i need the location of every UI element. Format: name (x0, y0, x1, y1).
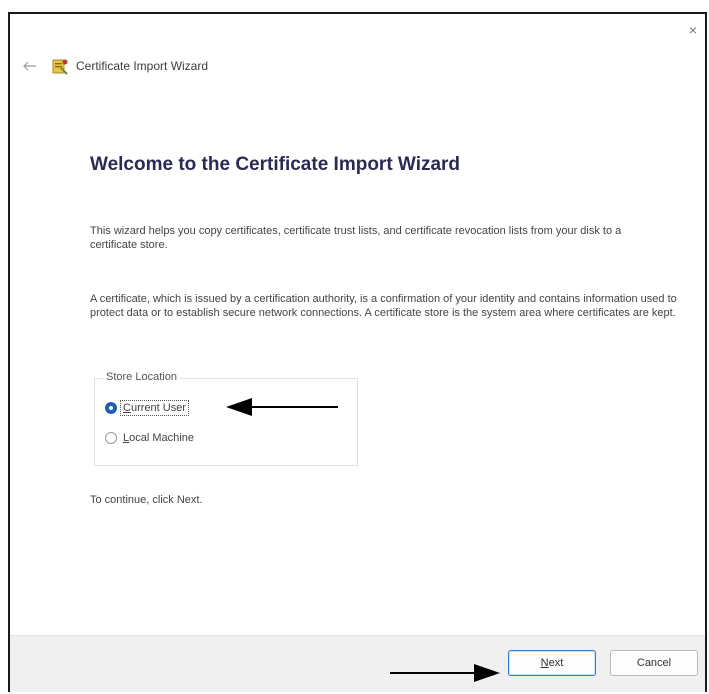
radio-current-user[interactable]: Current User (105, 400, 189, 416)
current-user-mnemonic: C (123, 402, 131, 414)
back-arrow-icon[interactable] (18, 56, 42, 76)
next-button[interactable]: Next (508, 650, 596, 676)
wizard-title: Certificate Import Wizard (76, 59, 209, 73)
radio-button-selected[interactable] (105, 402, 117, 414)
annotation-arrow-next-button (390, 664, 500, 682)
continue-instruction: To continue, click Next. (90, 494, 203, 506)
radio-local-machine[interactable]: Local Machine (105, 431, 196, 445)
local-machine-label-rest: ocal Machine (129, 432, 194, 444)
store-location-legend: Store Location (103, 371, 180, 383)
wizard-header: Certificate Import Wizard (10, 54, 208, 78)
close-icon[interactable]: × (685, 22, 701, 38)
next-label-rest: ext (548, 657, 564, 669)
annotation-arrow-current-user (226, 398, 338, 416)
radio-button-unselected[interactable] (105, 432, 117, 444)
store-location-group: Store Location Current User Local Machin… (94, 371, 358, 466)
certificate-wizard-icon (50, 56, 70, 76)
description-paragraph: A certificate, which is issued by a cert… (90, 293, 677, 319)
wizard-footer: Next Cancel (10, 635, 705, 692)
radio-label-current-user[interactable]: Current User (120, 400, 189, 416)
wizard-window: × Certificate Import Wizard Next Cancel (8, 12, 707, 692)
next-mnemonic: N (540, 657, 549, 669)
radio-label-local-machine[interactable]: Local Machine (121, 431, 196, 445)
current-user-label-rest: urrent User (130, 402, 186, 414)
page-title: Welcome to the Certificate Import Wizard (90, 154, 461, 175)
intro-paragraph: This wizard helps you copy certificates,… (90, 225, 622, 251)
cancel-button[interactable]: Cancel (610, 650, 698, 676)
